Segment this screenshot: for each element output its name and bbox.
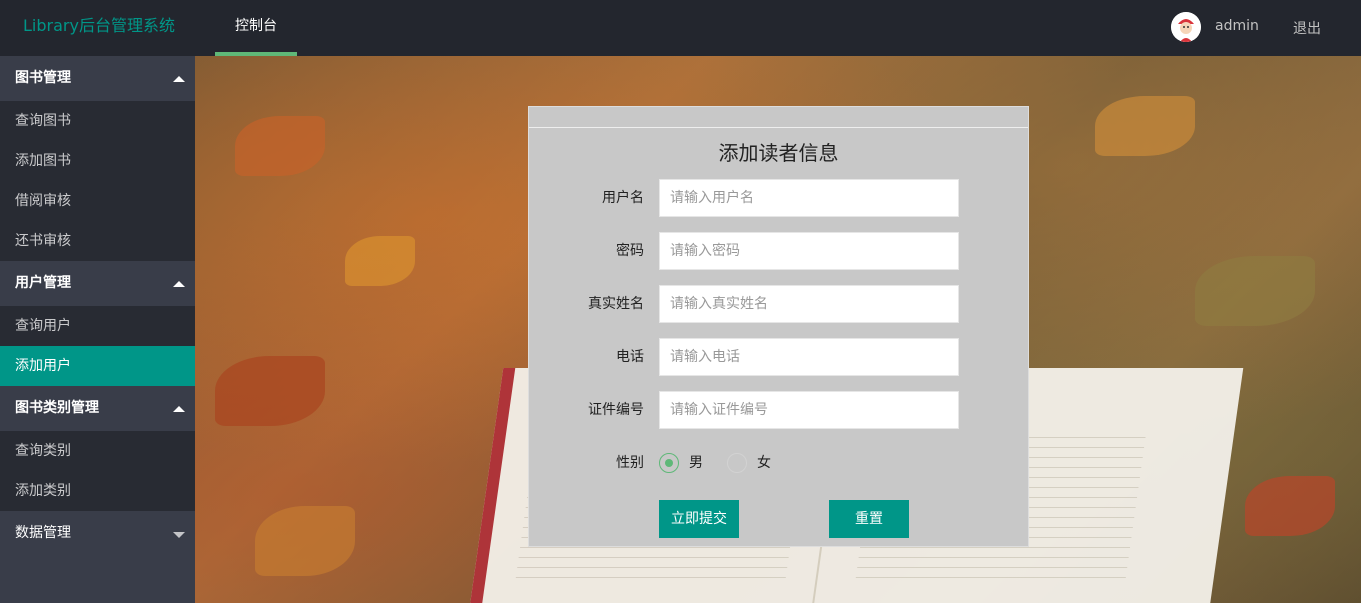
username[interactable]: admin bbox=[1215, 18, 1259, 34]
phone-input[interactable] bbox=[659, 338, 959, 376]
sidebar-item-borrow-review[interactable]: 借阅审核 bbox=[0, 181, 195, 221]
top-header: Library后台管理系统 控制台 admin 退出 bbox=[0, 0, 1361, 56]
form-row-password: 密码 bbox=[529, 232, 1028, 270]
form-row-idnumber: 证件编号 bbox=[529, 391, 1028, 429]
sidebar-sublist-category: 查询类别 添加类别 bbox=[0, 431, 195, 511]
sidebar-item-add-user[interactable]: 添加用户 bbox=[0, 346, 195, 386]
sidebar-item-add-book[interactable]: 添加图书 bbox=[0, 141, 195, 181]
sidebar-item-return-review[interactable]: 还书审核 bbox=[0, 221, 195, 261]
sidebar-group-book[interactable]: 图书管理 bbox=[0, 56, 195, 101]
sidebar-group-user[interactable]: 用户管理 bbox=[0, 261, 195, 306]
reset-button[interactable]: 重置 bbox=[829, 500, 909, 538]
password-input[interactable] bbox=[659, 232, 959, 270]
sidebar: 图书管理 查询图书 添加图书 借阅审核 还书审核 用户管理 查询用户 添加用户 … bbox=[0, 56, 195, 603]
leaf-decoration bbox=[255, 506, 355, 576]
form-row-realname: 真实姓名 bbox=[529, 285, 1028, 323]
gender-male-label[interactable]: 男 bbox=[689, 444, 703, 482]
panel-header-bar bbox=[529, 107, 1028, 128]
idnumber-label: 证件编号 bbox=[588, 402, 644, 418]
caret-up-icon bbox=[173, 76, 185, 82]
realname-label: 真实姓名 bbox=[588, 296, 644, 312]
form-row-phone: 电话 bbox=[529, 338, 1028, 376]
leaf-decoration bbox=[235, 116, 325, 176]
submit-button[interactable]: 立即提交 bbox=[659, 500, 739, 538]
sidebar-group-data[interactable]: 数据管理 bbox=[0, 511, 195, 556]
form-row-username: 用户名 bbox=[529, 179, 1028, 217]
add-reader-form: 添加读者信息 用户名 密码 真实姓名 电话 证件编号 性别 男 bbox=[528, 106, 1029, 547]
avatar[interactable] bbox=[1171, 12, 1201, 42]
sidebar-group-label: 图书管理 bbox=[15, 70, 71, 86]
phone-label: 电话 bbox=[616, 349, 644, 365]
sidebar-item-query-category[interactable]: 查询类别 bbox=[0, 431, 195, 471]
leaf-decoration bbox=[1195, 256, 1315, 326]
main-content: 添加读者信息 用户名 密码 真实姓名 电话 证件编号 性别 男 bbox=[195, 56, 1361, 603]
realname-input[interactable] bbox=[659, 285, 959, 323]
caret-up-icon bbox=[173, 406, 185, 412]
leaf-decoration bbox=[1245, 476, 1335, 536]
leaf-decoration bbox=[345, 236, 415, 286]
logout-link[interactable]: 退出 bbox=[1293, 18, 1321, 38]
form-title: 添加读者信息 bbox=[718, 141, 839, 165]
caret-up-icon bbox=[173, 281, 185, 287]
gender-label: 性别 bbox=[616, 455, 644, 471]
gender-male-radio[interactable] bbox=[659, 453, 679, 473]
leaf-decoration bbox=[215, 356, 325, 426]
username-label: 用户名 bbox=[602, 190, 644, 206]
app-logo[interactable]: Library后台管理系统 bbox=[23, 16, 175, 36]
gender-female-label[interactable]: 女 bbox=[757, 444, 771, 482]
sidebar-item-add-category[interactable]: 添加类别 bbox=[0, 471, 195, 511]
password-label: 密码 bbox=[616, 243, 644, 259]
idnumber-input[interactable] bbox=[659, 391, 959, 429]
sidebar-group-category[interactable]: 图书类别管理 bbox=[0, 386, 195, 431]
gender-female-radio[interactable] bbox=[727, 453, 747, 473]
caret-down-icon bbox=[173, 532, 185, 538]
sidebar-item-query-user[interactable]: 查询用户 bbox=[0, 306, 195, 346]
leaf-decoration bbox=[1095, 96, 1195, 156]
sidebar-group-label: 图书类别管理 bbox=[15, 400, 99, 416]
sidebar-group-label: 用户管理 bbox=[15, 275, 71, 291]
sidebar-group-label: 数据管理 bbox=[15, 525, 71, 541]
form-row-gender: 性别 男 女 bbox=[529, 444, 1028, 482]
sidebar-sublist-user: 查询用户 添加用户 bbox=[0, 306, 195, 386]
sidebar-sublist-book: 查询图书 添加图书 借阅审核 还书审核 bbox=[0, 101, 195, 261]
tab-console[interactable]: 控制台 bbox=[215, 0, 297, 56]
avatar-icon bbox=[1171, 12, 1201, 42]
username-input[interactable] bbox=[659, 179, 959, 217]
sidebar-item-query-book[interactable]: 查询图书 bbox=[0, 101, 195, 141]
